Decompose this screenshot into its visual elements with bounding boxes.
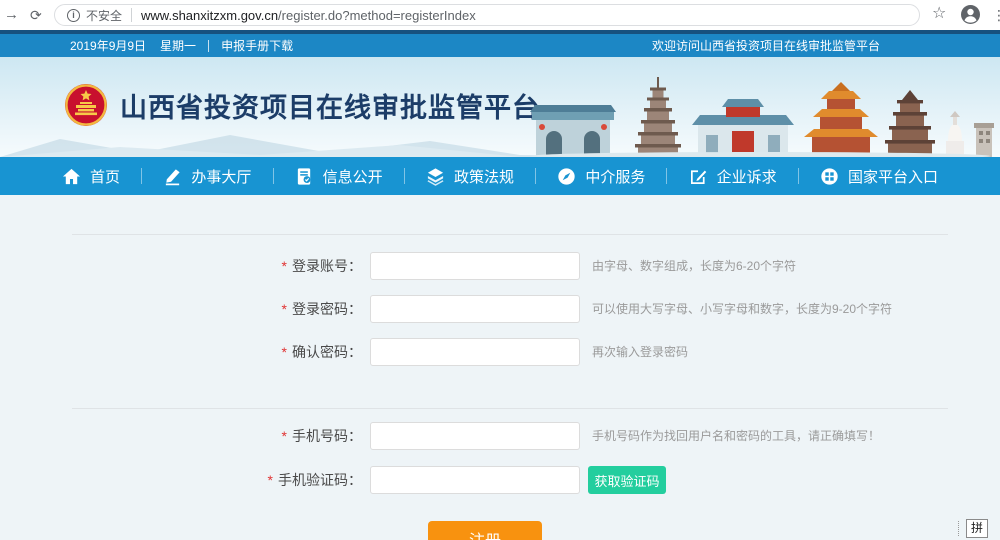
nav-item-label: 企业诉求 bbox=[717, 166, 777, 187]
home-icon bbox=[62, 167, 81, 186]
field-label: *登录密码： bbox=[180, 295, 362, 323]
field-hint: 由字母、数字组成，长度为6-20个字符 bbox=[592, 252, 796, 280]
required-marker: * bbox=[268, 472, 273, 488]
register-button[interactable]: 注册 bbox=[428, 521, 542, 540]
nav-item-home[interactable]: 首页 bbox=[62, 166, 120, 187]
ime-indicator[interactable]: 拼 bbox=[966, 519, 988, 538]
topbar-welcome-text: 欢迎访问山西省投资项目在线审批监管平台 bbox=[652, 34, 880, 57]
field-hint: 可以使用大写字母、小写字母和数字，长度为9-20个字符 bbox=[592, 295, 892, 323]
nav-divider bbox=[273, 168, 274, 184]
browser-toolbar: → ⟳ i 不安全 www.shanxitzxm.gov.cn/register… bbox=[0, 0, 1000, 30]
manual-download-link[interactable]: 申报手册下载 bbox=[221, 37, 293, 54]
nav-item-label: 国家平台入口 bbox=[848, 166, 938, 187]
field-label: *登录账号： bbox=[180, 252, 362, 280]
login-account-input[interactable] bbox=[370, 252, 580, 280]
compass-icon bbox=[557, 167, 576, 186]
mobile-number-input[interactable] bbox=[370, 422, 580, 450]
nav-item-policies[interactable]: 政策法规 bbox=[426, 166, 514, 187]
form-row-password: *登录密码： 可以使用大写字母、小写字母和数字，长度为9-20个字符 bbox=[0, 295, 1000, 323]
edit-square-icon bbox=[689, 167, 708, 186]
form-divider-middle bbox=[72, 408, 948, 409]
nav-item-label: 政策法规 bbox=[454, 166, 514, 187]
browser-menu-icon[interactable]: ⋮ bbox=[992, 4, 1000, 26]
nav-item-label: 办事大厅 bbox=[191, 166, 251, 187]
security-label: 不安全 bbox=[86, 7, 122, 24]
login-password-input[interactable] bbox=[370, 295, 580, 323]
forward-button[interactable]: → bbox=[4, 4, 19, 26]
nav-divider bbox=[798, 168, 799, 184]
nav-divider bbox=[141, 168, 142, 184]
national-emblem-logo bbox=[64, 83, 108, 127]
topbar-separator bbox=[208, 40, 209, 52]
reload-button[interactable]: ⟳ bbox=[30, 4, 42, 26]
site-title: 山西省投资项目在线审批监管平台 bbox=[120, 86, 540, 125]
field-label: *手机验证码： bbox=[180, 466, 362, 494]
nav-item-enterprise-appeal[interactable]: 企业诉求 bbox=[689, 166, 777, 187]
nav-item-label: 中介服务 bbox=[585, 166, 645, 187]
nav-item-service-hall[interactable]: 办事大厅 bbox=[163, 166, 251, 187]
get-sms-code-button[interactable]: 获取验证码 bbox=[588, 466, 666, 494]
sms-code-input[interactable] bbox=[370, 466, 580, 494]
nav-item-label: 信息公开 bbox=[323, 166, 383, 187]
nav-item-national-platform[interactable]: 国家平台入口 bbox=[820, 166, 938, 187]
form-divider-top bbox=[72, 234, 948, 235]
main-navigation: 首页 办事大厅 信息公开 政策法规 中介服务 企业诉求 国家平台 bbox=[0, 157, 1000, 195]
topbar-date: 2019年9月9日 bbox=[70, 37, 146, 54]
required-marker: * bbox=[282, 428, 287, 444]
required-marker: * bbox=[282, 301, 287, 317]
required-marker: * bbox=[282, 344, 287, 360]
form-row-confirm-password: *确认密码： 再次输入登录密码 bbox=[0, 338, 1000, 366]
ime-handle-dots bbox=[958, 521, 962, 536]
document-check-icon bbox=[295, 167, 314, 186]
pen-icon bbox=[163, 167, 182, 186]
address-bar[interactable]: i 不安全 www.shanxitzxm.gov.cn/register.do?… bbox=[54, 4, 920, 26]
form-row-sms-code: *手机验证码： 获取验证码 bbox=[0, 466, 1000, 494]
field-label: *确认密码： bbox=[180, 338, 362, 366]
bookmark-star-icon[interactable]: ☆ bbox=[932, 3, 946, 23]
nav-item-label: 首页 bbox=[90, 166, 120, 187]
site-topbar: 2019年9月9日 星期一 申报手册下载 欢迎访问山西省投资项目在线审批监管平台 bbox=[0, 34, 1000, 57]
layers-icon bbox=[426, 167, 445, 186]
nav-divider bbox=[666, 168, 667, 184]
nav-divider bbox=[535, 168, 536, 184]
url-path: /register.do?method=registerIndex bbox=[278, 8, 476, 23]
site-header: 山西省投资项目在线审批监管平台 bbox=[0, 57, 1000, 157]
topbar-weekday: 星期一 bbox=[160, 37, 196, 54]
url-text: www.shanxitzxm.gov.cn/register.do?method… bbox=[141, 8, 476, 23]
profile-icon[interactable] bbox=[960, 4, 981, 30]
nav-item-info-disclosure[interactable]: 信息公开 bbox=[295, 166, 383, 187]
field-hint: 手机号码作为找回用户名和密码的工具，请正确填写！ bbox=[592, 422, 880, 450]
field-hint: 再次输入登录密码 bbox=[592, 338, 688, 366]
confirm-password-input[interactable] bbox=[370, 338, 580, 366]
url-domain: www.shanxitzxm.gov.cn bbox=[141, 8, 278, 23]
shanxi-landmarks-illustration bbox=[530, 67, 1000, 157]
field-label: *手机号码： bbox=[180, 422, 362, 450]
form-row-mobile: *手机号码： 手机号码作为找回用户名和密码的工具，请正确填写！ bbox=[0, 422, 1000, 450]
registration-page: → ⟳ i 不安全 www.shanxitzxm.gov.cn/register… bbox=[0, 0, 1000, 540]
grid-circle-icon bbox=[820, 167, 839, 186]
url-divider bbox=[131, 8, 132, 22]
form-row-account: *登录账号： 由字母、数字组成，长度为6-20个字符 bbox=[0, 252, 1000, 280]
nav-item-intermediary[interactable]: 中介服务 bbox=[557, 166, 645, 187]
info-icon: i bbox=[67, 9, 80, 22]
nav-divider bbox=[404, 168, 405, 184]
required-marker: * bbox=[282, 258, 287, 274]
